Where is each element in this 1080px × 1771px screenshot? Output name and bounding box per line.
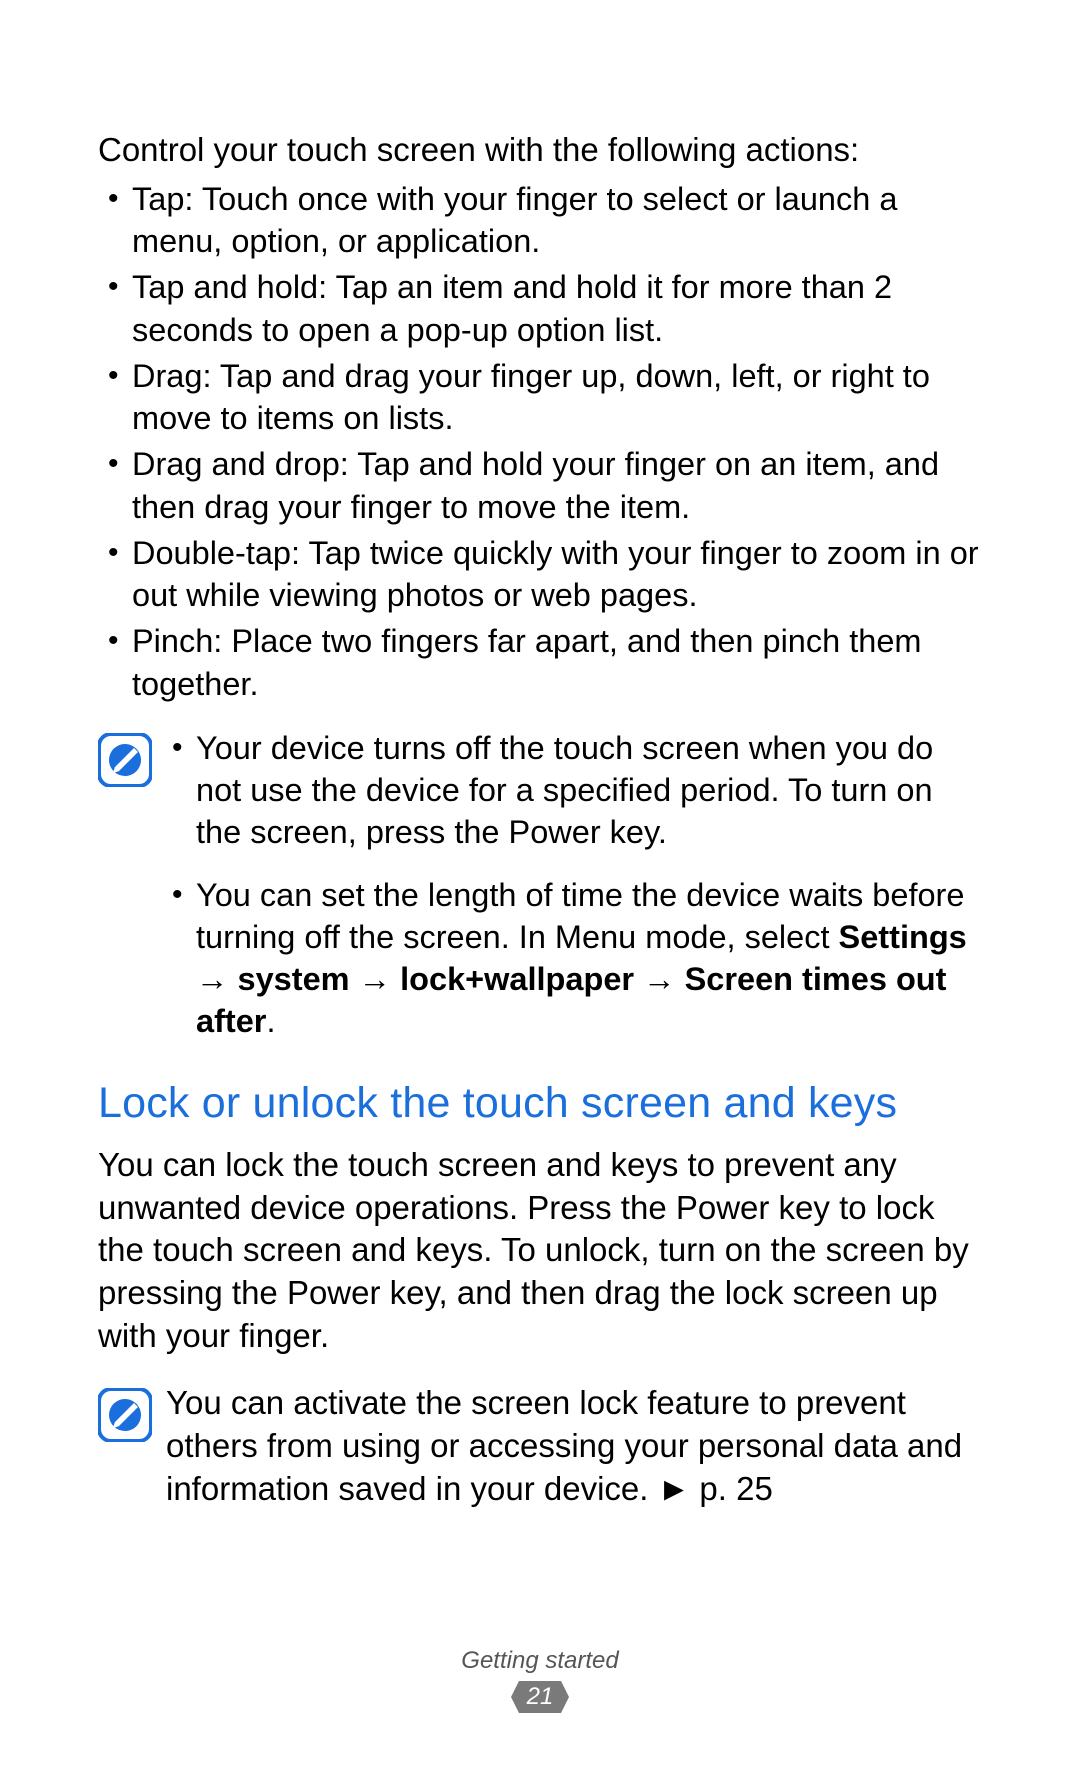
list-item: Drag: Tap and drag your finger up, down,… [132,355,982,440]
note-list: Your device turns off the touch screen w… [166,727,982,1043]
section-heading: Lock or unlock the touch screen and keys [98,1079,982,1128]
note-icon [98,1388,152,1442]
list-item: Your device turns off the touch screen w… [196,727,982,854]
page-number: 21 [527,1683,554,1710]
manual-page: Control your touch screen with the follo… [0,0,1080,1771]
list-item: Double-tap: Tap twice quickly with your … [132,532,982,617]
note-text-post: . [266,1003,275,1039]
list-item: Tap and hold: Tap an item and hold it fo… [132,266,982,351]
section-paragraph: You can lock the touch screen and keys t… [98,1144,982,1358]
list-item: Tap: Touch once with your finger to sele… [132,178,982,263]
page-number-badge: 21 [511,1681,569,1713]
note-block-2: You can activate the screen lock feature… [98,1382,982,1511]
touch-actions-list: Tap: Touch once with your finger to sele… [98,178,982,705]
intro-text: Control your touch screen with the follo… [98,129,982,172]
footer-section-label: Getting started [0,1647,1080,1675]
list-item: You can set the length of time the devic… [196,874,982,1043]
list-item: Pinch: Place two fingers far apart, and … [132,620,982,705]
list-item: Drag and drop: Tap and hold your finger … [132,443,982,528]
page-footer: Getting started 21 [0,1647,1080,1713]
note-icon [98,733,152,787]
note-block-1: Your device turns off the touch screen w… [98,727,982,1043]
note-paragraph: You can activate the screen lock feature… [166,1382,982,1511]
